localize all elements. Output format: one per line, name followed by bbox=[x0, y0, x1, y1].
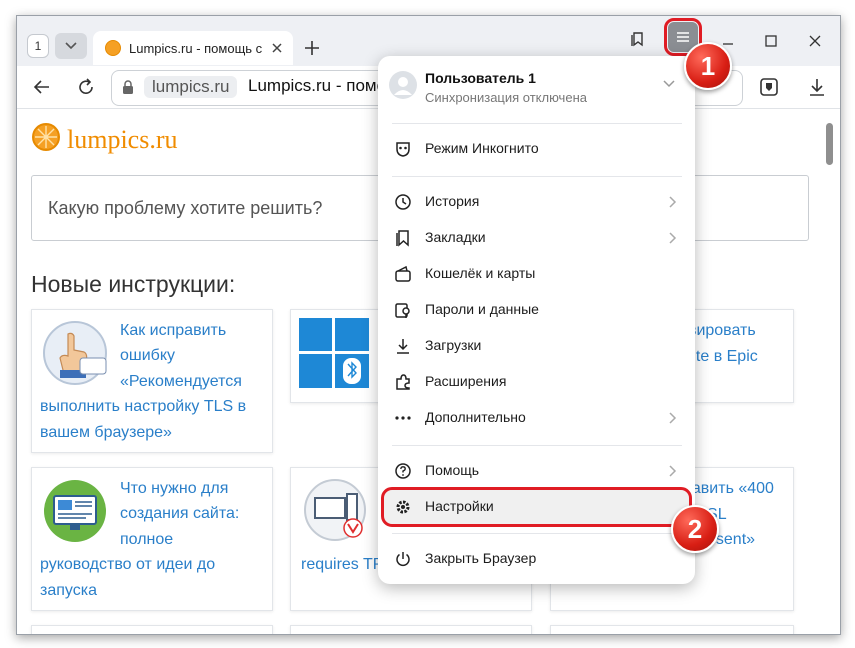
menu-item-close-browser[interactable]: Закрыть Браузер bbox=[384, 542, 689, 576]
windows-bluetooth-icon bbox=[299, 318, 369, 388]
menu-item-label: Расширения bbox=[425, 373, 507, 389]
article-link[interactable]: ошибку bbox=[120, 343, 175, 369]
chevron-right-icon bbox=[669, 465, 677, 477]
collections-icon[interactable] bbox=[629, 30, 647, 48]
close-tab-icon[interactable] bbox=[269, 40, 285, 56]
history-icon bbox=[395, 194, 411, 210]
hand-pointer-icon bbox=[43, 321, 107, 385]
browser-window: 1 Lumpics.ru - помощь с lumpics.ru Lumpi… bbox=[16, 15, 841, 635]
more-icon bbox=[395, 416, 411, 420]
menu-item-label: Режим Инкогнито bbox=[425, 140, 539, 156]
article-card[interactable] bbox=[31, 625, 273, 634]
site-logo[interactable]: lumpics.ru bbox=[67, 125, 178, 155]
power-icon bbox=[396, 552, 410, 567]
menu-item-label: Кошелёк и карты bbox=[425, 265, 536, 281]
section-title: Новые инструкции: bbox=[31, 271, 236, 297]
gear-icon bbox=[396, 500, 410, 514]
lock-icon bbox=[123, 80, 133, 94]
incognito-icon bbox=[396, 142, 410, 157]
chevron-right-icon bbox=[669, 412, 677, 424]
article-link[interactable]: «Рекомендуется bbox=[120, 369, 242, 395]
article-card[interactable]: Что нужно для создания сайта: полное рук… bbox=[31, 467, 273, 611]
menu-item-wallet[interactable]: Кошелёк и карты bbox=[384, 257, 689, 291]
article-link[interactable]: полное bbox=[120, 527, 173, 553]
menu-item-incognito[interactable]: Режим Инкогнито bbox=[384, 132, 689, 166]
sync-status: Синхронизация отключена bbox=[425, 90, 587, 105]
avatar-icon bbox=[389, 71, 417, 99]
menu-separator bbox=[392, 445, 682, 446]
tab-counter[interactable]: 1 bbox=[27, 34, 49, 58]
address-domain: lumpics.ru bbox=[144, 76, 238, 98]
article-link[interactable]: requires TP bbox=[301, 552, 383, 578]
new-tab-icon[interactable] bbox=[300, 36, 324, 60]
menu-item-passwords[interactable]: Пароли и данные bbox=[384, 293, 689, 327]
menu-item-extensions[interactable]: Расширения bbox=[384, 365, 689, 399]
menu-item-downloads[interactable]: Загрузки bbox=[384, 329, 689, 363]
step-callout-2: 2 bbox=[671, 505, 719, 553]
downloads-icon bbox=[397, 339, 409, 354]
menu-item-label: Пароли и данные bbox=[425, 301, 539, 317]
passwords-icon bbox=[395, 303, 410, 318]
extensions-icon bbox=[396, 374, 410, 390]
chevron-right-icon bbox=[669, 232, 677, 244]
menu-item-settings[interactable]: Настройки bbox=[381, 487, 692, 527]
chevron-down-icon bbox=[663, 80, 675, 88]
minimize-icon bbox=[723, 43, 733, 45]
menu-item-bookmarks[interactable]: Закладки bbox=[384, 221, 689, 255]
menu-item-label: Закрыть Браузер bbox=[425, 550, 537, 566]
article-link[interactable]: создания сайта: bbox=[120, 501, 239, 527]
close-window-button[interactable] bbox=[800, 28, 830, 54]
hamburger-icon bbox=[677, 32, 689, 42]
article-link[interactable]: вашем браузере» bbox=[40, 420, 172, 446]
menu-item-help[interactable]: Помощь bbox=[384, 454, 689, 488]
menu-separator bbox=[392, 176, 682, 177]
menu-item-label: Загрузки bbox=[425, 337, 482, 353]
computer-tpm-icon bbox=[304, 479, 366, 541]
tab-active[interactable]: Lumpics.ru - помощь с bbox=[93, 31, 293, 65]
profile-name: Пользователь 1 bbox=[425, 70, 536, 86]
help-icon bbox=[395, 463, 411, 479]
article-card[interactable] bbox=[550, 625, 794, 634]
maximize-button[interactable] bbox=[756, 28, 786, 54]
article-card[interactable]: Как исправить ошибку «Рекомендуется выпо… bbox=[31, 309, 273, 453]
menu-item-label: Дополнительно bbox=[425, 409, 526, 425]
step-callout-1: 1 bbox=[684, 42, 732, 90]
article-link[interactable]: Как исправить bbox=[120, 318, 226, 344]
download-icon[interactable] bbox=[806, 76, 828, 98]
address-page-title: Lumpics.ru - помо bbox=[248, 76, 387, 95]
article-link[interactable]: выполнить настройку TLS в bbox=[40, 394, 246, 420]
back-arrow-icon[interactable] bbox=[31, 76, 53, 98]
menu-item-label: История bbox=[425, 193, 480, 209]
scrollbar-thumb[interactable] bbox=[826, 123, 833, 165]
reload-icon[interactable] bbox=[75, 76, 97, 98]
lumpics-favicon-icon bbox=[105, 40, 121, 56]
maximize-icon bbox=[765, 35, 777, 47]
tab-title: Lumpics.ru - помощь с bbox=[129, 40, 263, 56]
website-monitor-icon bbox=[44, 480, 106, 542]
article-link[interactable]: равить «400 bbox=[683, 476, 774, 502]
profile-row[interactable]: Пользователь 1 Синхронизация отключена bbox=[384, 62, 689, 112]
search-placeholder: Какую проблему хотите решить? bbox=[48, 198, 323, 218]
article-card[interactable] bbox=[290, 625, 532, 634]
browser-main-menu: Пользователь 1 Синхронизация отключена Р… bbox=[378, 56, 695, 584]
menu-item-label: Закладки bbox=[425, 229, 486, 245]
tab-list-dropdown[interactable] bbox=[55, 33, 87, 59]
menu-item-history[interactable]: История bbox=[384, 185, 689, 219]
close-icon bbox=[809, 35, 821, 47]
extension-shield-icon[interactable] bbox=[758, 76, 780, 98]
chevron-down-icon bbox=[65, 42, 77, 50]
bookmarks-icon bbox=[396, 230, 409, 247]
menu-separator bbox=[392, 123, 682, 124]
menu-separator bbox=[392, 533, 682, 534]
article-link[interactable]: руководство от идеи до bbox=[40, 552, 215, 578]
menu-item-label: Настройки bbox=[425, 498, 494, 514]
article-link[interactable]: запуска bbox=[40, 578, 97, 604]
wallet-icon bbox=[395, 265, 411, 282]
article-link[interactable]: Что нужно для bbox=[120, 476, 228, 502]
orange-logo-icon bbox=[32, 123, 60, 151]
menu-item-more[interactable]: Дополнительно bbox=[384, 401, 689, 435]
menu-item-label: Помощь bbox=[425, 462, 480, 478]
chevron-right-icon bbox=[669, 196, 677, 208]
